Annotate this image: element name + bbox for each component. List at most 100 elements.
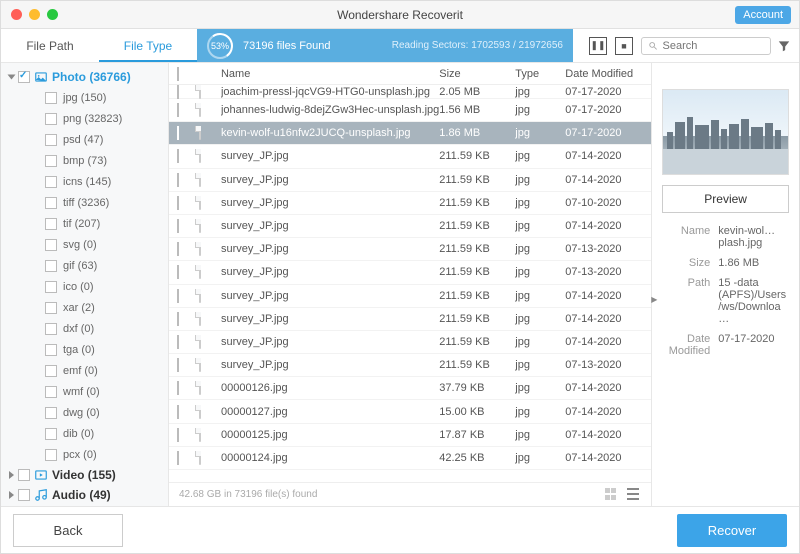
- expand-details-handle[interactable]: [651, 285, 657, 315]
- list-view-icon[interactable]: [627, 488, 641, 502]
- table-row[interactable]: kevin-wolf-u16nfw2JUCQ-unsplash.jpg 1.86…: [169, 122, 651, 145]
- table-row[interactable]: survey_JP.jpg 211.59 KB jpg 07-14-2020: [169, 308, 651, 331]
- account-button[interactable]: Account: [735, 6, 791, 24]
- row-checkbox[interactable]: [177, 335, 179, 349]
- sub-checkbox[interactable]: [45, 239, 57, 251]
- table-row[interactable]: survey_JP.jpg 211.59 KB jpg 07-14-2020: [169, 215, 651, 238]
- sub-checkbox[interactable]: [45, 365, 57, 377]
- search-box[interactable]: [641, 37, 771, 55]
- table-row[interactable]: 00000127.jpg 15.00 KB jpg 07-14-2020: [169, 400, 651, 423]
- sub-checkbox[interactable]: [45, 197, 57, 209]
- sidebar-sub-item[interactable]: bmp (73): [1, 150, 168, 171]
- sidebar-category[interactable]: Video (155): [1, 465, 168, 485]
- row-checkbox[interactable]: [177, 126, 179, 140]
- sub-checkbox[interactable]: [45, 155, 57, 167]
- table-row[interactable]: survey_JP.jpg 211.59 KB jpg 07-14-2020: [169, 169, 651, 192]
- sub-checkbox[interactable]: [45, 113, 57, 125]
- sidebar-sub-item[interactable]: svg (0): [1, 234, 168, 255]
- sub-checkbox[interactable]: [45, 323, 57, 335]
- table-row[interactable]: joachim-pressl-jqcVG9-HTG0-unsplash.jpg …: [169, 85, 651, 99]
- sub-checkbox[interactable]: [45, 428, 57, 440]
- sidebar-sub-item[interactable]: xar (2): [1, 297, 168, 318]
- row-checkbox[interactable]: [177, 381, 179, 395]
- row-checkbox[interactable]: [177, 85, 179, 99]
- col-name[interactable]: Name: [221, 68, 439, 80]
- sidebar-sub-item[interactable]: icns (145): [1, 171, 168, 192]
- sidebar-sub-item[interactable]: tiff (3236): [1, 192, 168, 213]
- filter-icon[interactable]: [777, 39, 791, 53]
- row-checkbox[interactable]: [177, 428, 179, 442]
- table-row[interactable]: 00000126.jpg 37.79 KB jpg 07-14-2020: [169, 377, 651, 400]
- sub-checkbox[interactable]: [45, 92, 57, 104]
- sub-checkbox[interactable]: [45, 449, 57, 461]
- back-button[interactable]: Back: [13, 514, 123, 547]
- row-checkbox[interactable]: [177, 265, 179, 279]
- sub-checkbox[interactable]: [45, 344, 57, 356]
- row-checkbox[interactable]: [177, 219, 179, 233]
- sidebar-sub-item[interactable]: pcx (0): [1, 444, 168, 465]
- search-input[interactable]: [663, 40, 765, 52]
- row-checkbox[interactable]: [177, 451, 179, 465]
- sidebar-sub-item[interactable]: emf (0): [1, 360, 168, 381]
- sidebar-sub-item[interactable]: png (32823): [1, 108, 168, 129]
- sub-checkbox[interactable]: [45, 407, 57, 419]
- sub-checkbox[interactable]: [45, 260, 57, 272]
- stop-button[interactable]: ■: [615, 37, 633, 55]
- table-row[interactable]: 00000125.jpg 17.87 KB jpg 07-14-2020: [169, 424, 651, 447]
- table-row[interactable]: survey_JP.jpg 211.59 KB jpg 07-13-2020: [169, 238, 651, 261]
- cell-type: jpg: [515, 104, 565, 116]
- sub-checkbox[interactable]: [45, 218, 57, 230]
- row-checkbox[interactable]: [177, 312, 179, 326]
- sidebar-sub-item[interactable]: dwg (0): [1, 402, 168, 423]
- sub-checkbox[interactable]: [45, 302, 57, 314]
- col-type[interactable]: Type: [515, 68, 565, 80]
- pause-button[interactable]: ❚❚: [589, 37, 607, 55]
- close-icon[interactable]: [11, 9, 22, 20]
- sidebar-sub-item[interactable]: jpg (150): [1, 87, 168, 108]
- sub-checkbox[interactable]: [45, 386, 57, 398]
- tab-file-type[interactable]: File Type: [99, 29, 197, 62]
- row-checkbox[interactable]: [177, 196, 179, 210]
- sidebar-sub-item[interactable]: tga (0): [1, 339, 168, 360]
- table-row[interactable]: survey_JP.jpg 211.59 KB jpg 07-13-2020: [169, 261, 651, 284]
- sidebar-sub-item[interactable]: dxf (0): [1, 318, 168, 339]
- table-row[interactable]: 00000124.jpg 42.25 KB jpg 07-14-2020: [169, 447, 651, 470]
- table-row[interactable]: johannes-ludwig-8dejZGw3Hec-unsplash.jpg…: [169, 99, 651, 122]
- sidebar-sub-item[interactable]: psd (47): [1, 129, 168, 150]
- table-row[interactable]: survey_JP.jpg 211.59 KB jpg 07-14-2020: [169, 331, 651, 354]
- table-row[interactable]: survey_JP.jpg 211.59 KB jpg 07-13-2020: [169, 354, 651, 377]
- sidebar-sub-item[interactable]: dib (0): [1, 423, 168, 444]
- row-checkbox[interactable]: [177, 289, 179, 303]
- sidebar-sub-item[interactable]: gif (63): [1, 255, 168, 276]
- grid-view-icon[interactable]: [605, 488, 619, 502]
- preview-button[interactable]: Preview: [662, 185, 789, 213]
- sidebar-category[interactable]: Photo (36766): [1, 67, 168, 87]
- sub-label: svg (0): [63, 239, 97, 251]
- minimize-icon[interactable]: [29, 9, 40, 20]
- table-row[interactable]: survey_JP.jpg 211.59 KB jpg 07-14-2020: [169, 285, 651, 308]
- col-date[interactable]: Date Modified: [565, 68, 651, 80]
- tab-file-path[interactable]: File Path: [1, 29, 99, 62]
- row-checkbox[interactable]: [177, 103, 179, 117]
- recover-button[interactable]: Recover: [677, 514, 787, 547]
- sub-checkbox[interactable]: [45, 134, 57, 146]
- sub-checkbox[interactable]: [45, 176, 57, 188]
- row-checkbox[interactable]: [177, 242, 179, 256]
- sidebar-sub-item[interactable]: tif (207): [1, 213, 168, 234]
- row-checkbox[interactable]: [177, 149, 179, 163]
- col-size[interactable]: Size: [439, 68, 515, 80]
- table-row[interactable]: survey_JP.jpg 211.59 KB jpg 07-14-2020: [169, 145, 651, 168]
- row-checkbox[interactable]: [177, 405, 179, 419]
- sidebar-category[interactable]: Audio (49): [1, 485, 168, 505]
- sidebar-sub-item[interactable]: ico (0): [1, 276, 168, 297]
- maximize-icon[interactable]: [47, 9, 58, 20]
- category-checkbox[interactable]: [18, 469, 30, 481]
- row-checkbox[interactable]: [177, 358, 179, 372]
- row-checkbox[interactable]: [177, 173, 179, 187]
- select-all-checkbox[interactable]: [177, 67, 179, 81]
- sidebar-sub-item[interactable]: wmf (0): [1, 381, 168, 402]
- table-row[interactable]: survey_JP.jpg 211.59 KB jpg 07-10-2020: [169, 192, 651, 215]
- category-checkbox[interactable]: [18, 71, 30, 83]
- category-checkbox[interactable]: [18, 489, 30, 501]
- sub-checkbox[interactable]: [45, 281, 57, 293]
